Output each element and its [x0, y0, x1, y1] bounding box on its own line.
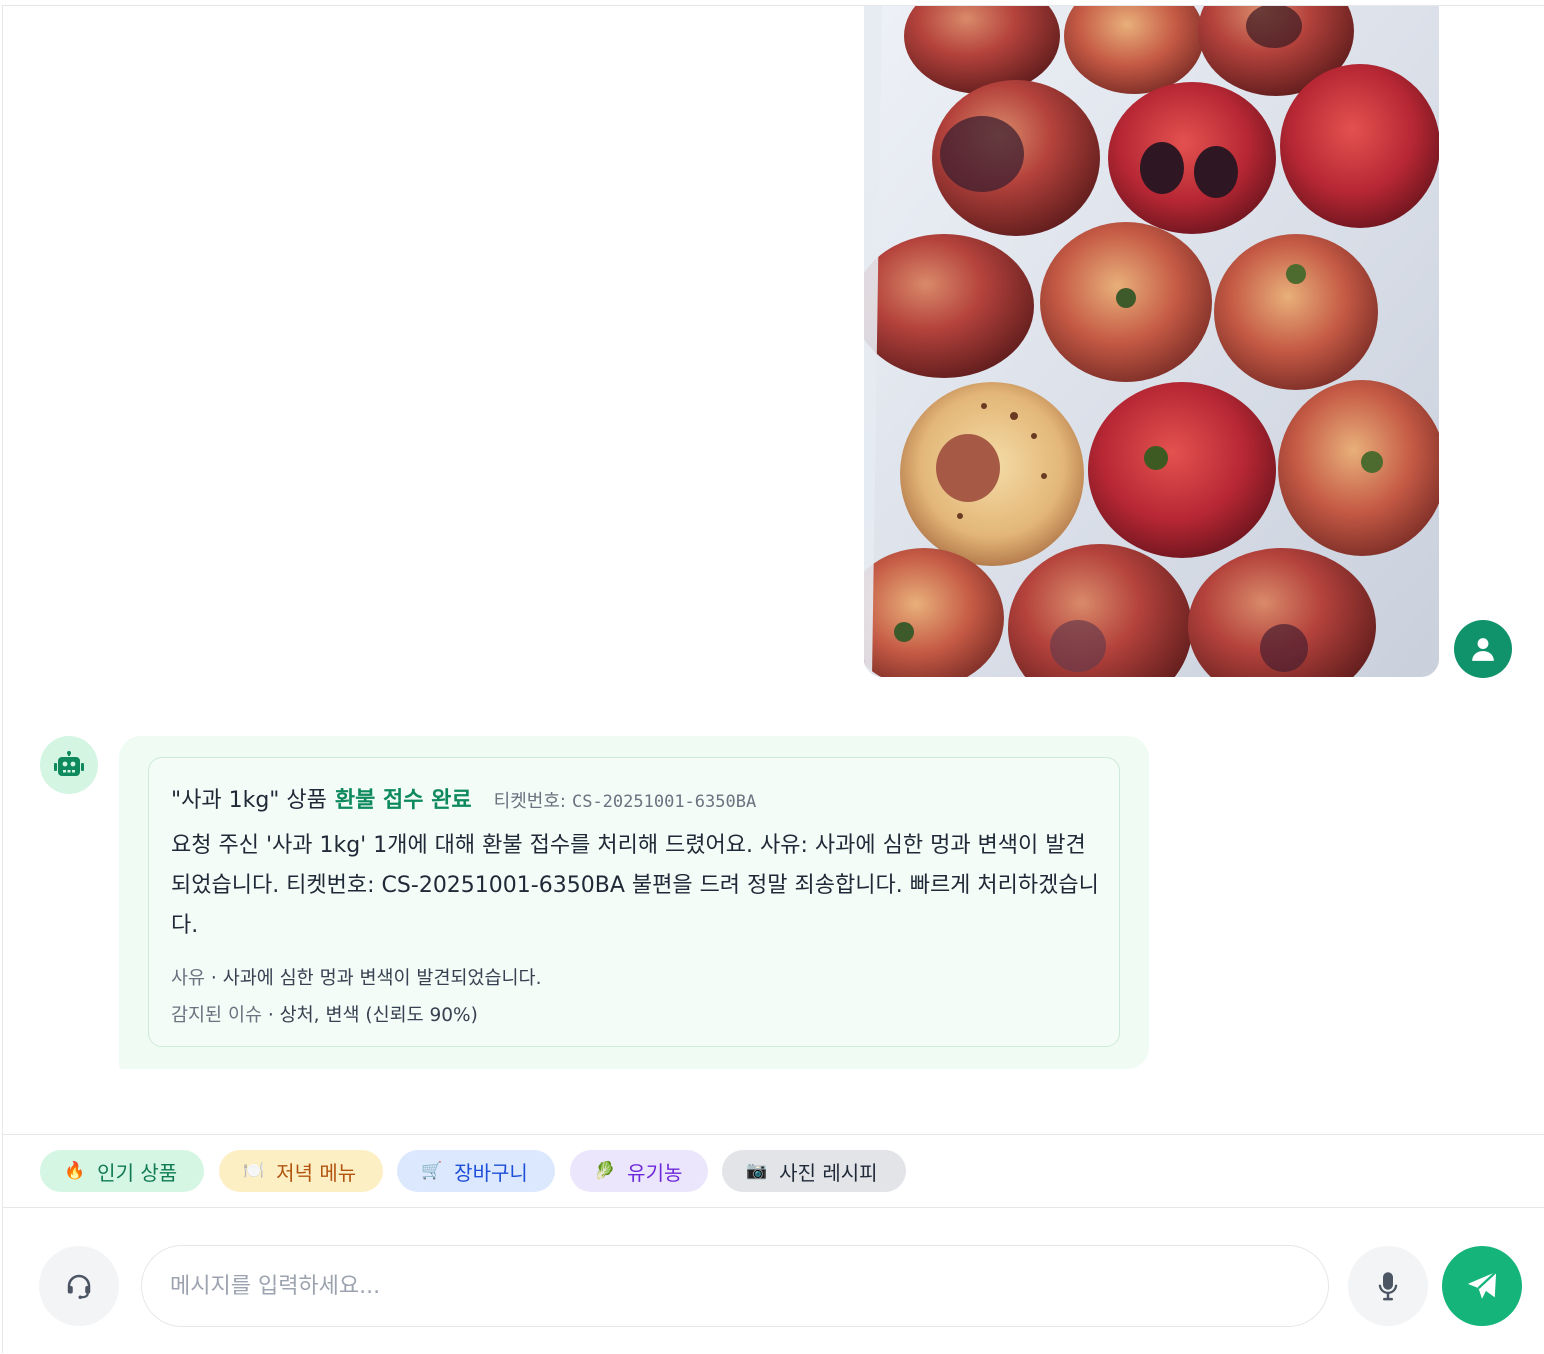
chip-dinner-menu[interactable]: 🍽️ 저녁 메뉴	[219, 1150, 383, 1192]
user-avatar	[1454, 620, 1512, 678]
quick-reply-bar: 🔥 인기 상품 🍽️ 저녁 메뉴 🛒 장바구니 🥬 유기농 📷 사진 레시피	[3, 1134, 1544, 1208]
leafy-green-icon: 🥬	[594, 1161, 616, 1181]
bot-avatar	[40, 736, 98, 794]
refund-status: 환불 접수 완료	[334, 788, 472, 813]
chip-label: 인기 상품	[97, 1160, 178, 1185]
issues-label: 감지된 이슈	[171, 1005, 262, 1026]
chat-window: "사과 1kg" 상품 환불 접수 완료 티켓번호: CS-20251001-6…	[2, 5, 1544, 1354]
issues-separator: ·	[261, 1005, 280, 1026]
microphone-icon	[1378, 1272, 1398, 1301]
card-header: "사과 1kg" 상품 환불 접수 완료 티켓번호: CS-20251001-6…	[171, 782, 1097, 814]
user-icon	[1472, 638, 1494, 661]
bot-message-bubble: "사과 1kg" 상품 환불 접수 완료 티켓번호: CS-20251001-6…	[119, 736, 1149, 1069]
chip-label: 장바구니	[454, 1160, 528, 1185]
voice-input-button[interactable]	[1348, 1246, 1428, 1326]
cart-icon: 🛒	[421, 1161, 443, 1181]
chip-label: 저녁 메뉴	[276, 1160, 357, 1185]
reason-separator: ·	[205, 968, 223, 989]
headset-icon	[67, 1274, 91, 1299]
chip-label: 사진 레시피	[779, 1160, 878, 1185]
refund-result-card: "사과 1kg" 상품 환불 접수 완료 티켓번호: CS-20251001-6…	[148, 757, 1120, 1047]
ticket-label: 티켓번호:	[493, 791, 566, 812]
chip-photo-recipe[interactable]: 📷 사진 레시피	[722, 1150, 906, 1192]
reason-row: 사유 · 사과에 심한 멍과 변색이 발견되었습니다.	[171, 960, 1097, 997]
product-name: "사과 1kg" 상품	[171, 788, 327, 813]
chip-cart[interactable]: 🛒 장바구니	[397, 1150, 555, 1192]
plate-icon: 🍽️	[243, 1161, 265, 1181]
chip-popular-products[interactable]: 🔥 인기 상품	[40, 1150, 204, 1192]
issues-row: 감지된 이슈 · 상처, 변색 (신뢰도 90%)	[171, 997, 1097, 1034]
issues-value: 상처, 변색 (신뢰도 90%)	[279, 1005, 478, 1026]
reason-label: 사유	[171, 968, 206, 989]
paper-plane-icon	[1467, 1270, 1497, 1299]
camera-icon: 📷	[746, 1161, 768, 1181]
uploaded-apple-photo[interactable]	[864, 6, 1439, 677]
card-meta: 사유 · 사과에 심한 멍과 변색이 발견되었습니다. 감지된 이슈 · 상처,…	[171, 960, 1097, 1034]
composer	[3, 1208, 1544, 1354]
fire-icon: 🔥	[64, 1161, 86, 1181]
message-input[interactable]	[141, 1245, 1329, 1327]
robot-icon	[54, 751, 84, 776]
chip-label: 유기농	[627, 1160, 683, 1185]
send-button[interactable]	[1442, 1246, 1522, 1326]
message-list[interactable]: "사과 1kg" 상품 환불 접수 완료 티켓번호: CS-20251001-6…	[3, 6, 1544, 1134]
ticket-number: CS-20251001-6350BA	[571, 792, 757, 812]
card-message-text: 요청 주신 '사과 1kg' 1개에 대해 환불 접수를 처리해 드렸어요. 사…	[171, 833, 1099, 938]
apple-photo-image	[864, 6, 1439, 677]
reason-value: 사과에 심한 멍과 변색이 발견되었습니다.	[222, 968, 542, 989]
chip-organic[interactable]: 🥬 유기농	[570, 1150, 708, 1192]
support-agent-button[interactable]	[39, 1246, 119, 1326]
